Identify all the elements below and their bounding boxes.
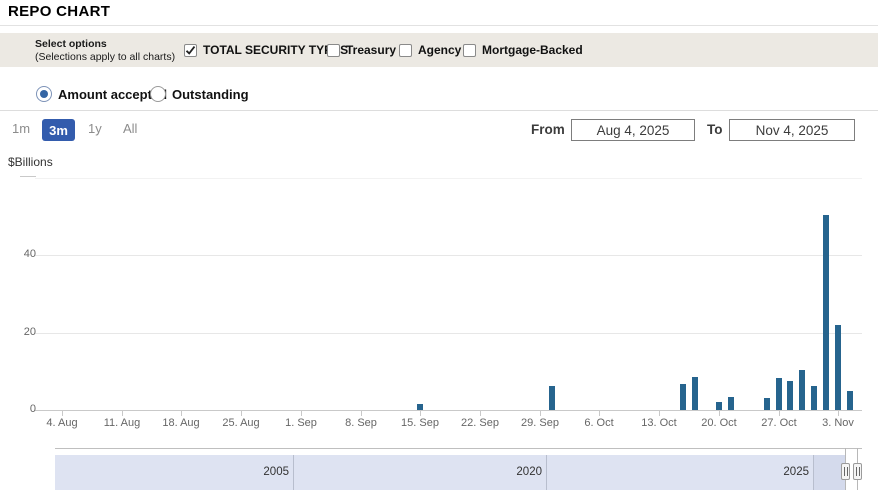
x-axis-tick — [719, 410, 720, 416]
checkbox-unchecked-icon[interactable] — [399, 44, 412, 57]
navigator-mask[interactable] — [55, 455, 813, 490]
checkbox-label: Agency — [418, 43, 461, 57]
repo-chart-page: REPO CHART Select options (Selections ap… — [0, 0, 878, 497]
x-axis-tick — [838, 410, 839, 416]
handle-grip — [856, 467, 857, 476]
navigator-year-label: 2005 — [219, 466, 289, 478]
chart-bar-28-oct[interactable] — [787, 381, 793, 410]
select-options-line1: Select options — [35, 38, 175, 51]
chart-bar-21-oct[interactable] — [728, 397, 734, 410]
x-axis-label: 27. Oct — [749, 417, 809, 429]
range-preset-1m[interactable]: 1m — [12, 121, 30, 136]
gridline-20 — [35, 333, 862, 334]
checkbox-treasury[interactable]: Treasury — [327, 33, 396, 67]
x-axis-label: 11. Aug — [92, 417, 152, 429]
x-axis-tick — [659, 410, 660, 416]
y-axis-label: 20 — [8, 326, 36, 338]
chart-bar-31-oct[interactable] — [823, 215, 829, 410]
x-axis-tick — [181, 410, 182, 416]
x-axis-label: 1. Sep — [271, 417, 331, 429]
chart-bar-27-oct[interactable] — [776, 378, 782, 410]
select-options-label: Select options (Selections apply to all … — [35, 38, 175, 63]
radio-selected-icon[interactable] — [36, 86, 52, 102]
y-axis-label: 0 — [8, 403, 36, 415]
x-axis-label: 6. Oct — [569, 417, 629, 429]
radio-label: Outstanding — [172, 87, 249, 102]
x-axis-label: 18. Aug — [151, 417, 211, 429]
navigator-year-label: 2025 — [739, 466, 809, 478]
chart-bar-20-oct[interactable] — [716, 402, 722, 410]
x-axis-label: 29. Sep — [510, 417, 570, 429]
range-preset-1y[interactable]: 1y — [88, 121, 102, 136]
radio-dot — [40, 90, 48, 98]
title-divider — [0, 25, 878, 26]
from-label: From — [531, 122, 565, 137]
x-axis-label: 8. Sep — [331, 417, 391, 429]
y-axis-label: 40 — [8, 248, 36, 260]
x-axis-tick — [122, 410, 123, 416]
navigator-year-label: 2020 — [472, 466, 542, 478]
checkbox-label: Mortgage-Backed — [482, 43, 583, 57]
chart-bar-30-sep[interactable] — [549, 386, 555, 410]
chart-bar-15-oct[interactable] — [680, 384, 686, 410]
y-axis-title-tick — [20, 176, 36, 177]
x-axis-tick — [361, 410, 362, 416]
x-axis-tick — [420, 410, 421, 416]
y-axis-title: $Billions — [8, 155, 53, 169]
from-date-input[interactable] — [571, 119, 695, 141]
chart-bar-15-sep[interactable] — [417, 404, 423, 410]
x-axis-tick — [62, 410, 63, 416]
chart-bar-24-oct[interactable] — [764, 398, 770, 410]
x-axis-label: 15. Sep — [390, 417, 450, 429]
chart-bar-3-nov[interactable] — [835, 325, 841, 410]
checkbox-checked-icon[interactable] — [184, 44, 197, 57]
navigator-outline — [55, 448, 862, 449]
to-label: To — [707, 122, 723, 137]
navigator-year-tick — [293, 455, 294, 490]
checkbox-label: Treasury — [346, 43, 396, 57]
range-preset-all[interactable]: All — [123, 121, 137, 136]
x-axis-label: 20. Oct — [689, 417, 749, 429]
chart-bar-16-oct[interactable] — [692, 377, 698, 410]
radio-outstanding[interactable]: Outstanding — [150, 84, 249, 104]
navigator-year-tick — [546, 455, 547, 490]
x-axis-line — [35, 410, 862, 411]
x-axis-tick — [241, 410, 242, 416]
x-axis-tick — [301, 410, 302, 416]
navigator-year-tick — [813, 455, 814, 490]
to-date-input[interactable] — [729, 119, 855, 141]
x-axis-label: 22. Sep — [450, 417, 510, 429]
x-axis-label: 3. Nov — [808, 417, 868, 429]
x-axis-label: 13. Oct — [629, 417, 689, 429]
range-preset-3m[interactable]: 3m — [42, 119, 75, 141]
checkbox-unchecked-icon[interactable] — [327, 44, 340, 57]
select-options-line2: (Selections apply to all charts) — [35, 51, 175, 64]
checkbox-mortgage-backed[interactable]: Mortgage-Backed — [463, 33, 583, 67]
chart-bar-29-oct[interactable] — [799, 370, 805, 410]
x-axis-tick — [779, 410, 780, 416]
gridline-40 — [35, 255, 862, 256]
x-axis-tick — [599, 410, 600, 416]
page-title: REPO CHART — [8, 3, 110, 20]
navigator-right-handle[interactable] — [853, 463, 862, 480]
checkbox-total-security-types[interactable]: TOTAL SECURITY TYPES — [184, 33, 348, 67]
security-type-options-bar: Select options (Selections apply to all … — [0, 33, 878, 67]
checkbox-agency[interactable]: Agency — [399, 33, 461, 67]
handle-grip — [859, 467, 860, 476]
radio-amount-accepted[interactable]: Amount accepted — [36, 84, 167, 104]
chart-bar-4-nov[interactable] — [847, 391, 853, 410]
navigator-left-handle[interactable] — [841, 463, 850, 480]
x-axis-tick — [480, 410, 481, 416]
handle-grip — [844, 467, 845, 476]
radio-unselected-icon[interactable] — [150, 86, 166, 102]
section-divider — [0, 110, 878, 111]
x-axis-tick — [540, 410, 541, 416]
x-axis-label: 4. Aug — [32, 417, 92, 429]
handle-grip — [847, 467, 848, 476]
x-axis-label: 25. Aug — [211, 417, 271, 429]
gridline-60 — [35, 178, 862, 179]
chart-bar-30-oct[interactable] — [811, 386, 817, 410]
checkbox-unchecked-icon[interactable] — [463, 44, 476, 57]
